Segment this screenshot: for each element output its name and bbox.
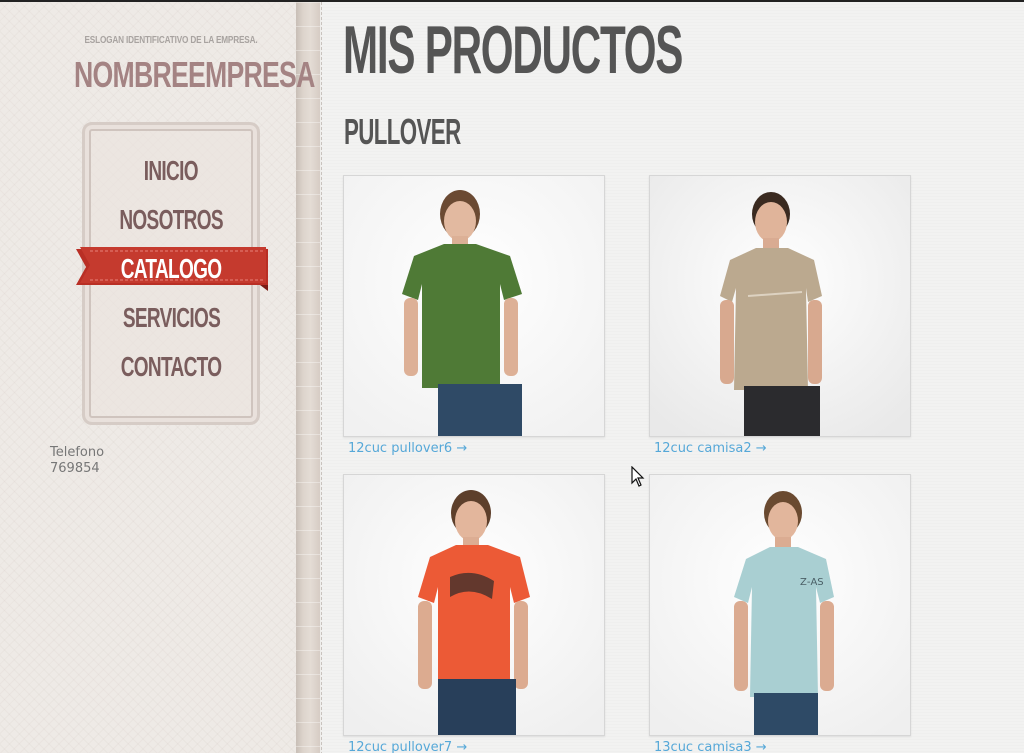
product-image-camisa3[interactable]: Z‑AS <box>649 474 911 736</box>
product-photo: Z‑AS <box>650 475 910 735</box>
company-slogan: ESLOGAN IDENTIFICATIVO DE LA EMPRESA. <box>84 35 258 46</box>
company-name[interactable]: NOMBREEMPRESA <box>74 53 315 97</box>
product-link-pullover7[interactable]: 12cuc pullover7 → <box>348 740 467 753</box>
nav-item-catalogo[interactable]: CATALOGO <box>82 249 260 289</box>
section-title: PULLOVER <box>344 111 461 152</box>
nav-item-nosotros[interactable]: NOSOTROS <box>82 200 260 240</box>
svg-text:Z‑AS: Z‑AS <box>800 577 824 588</box>
mouse-cursor-icon <box>631 466 645 487</box>
nav-item-contacto[interactable]: CONTACTO <box>82 347 260 387</box>
product-link-camisa3[interactable]: 13cuc camisa3 → <box>654 740 767 753</box>
sidebar-ruler-edge <box>296 2 320 753</box>
product-image-pullover6[interactable] <box>343 175 605 437</box>
product-link-camisa2[interactable]: 12cuc camisa2 → <box>654 441 767 456</box>
phone-number: 769854 <box>50 461 100 476</box>
product-image-pullover7[interactable] <box>343 474 605 736</box>
phone-info: Telefono 769854 <box>50 445 104 477</box>
nav-item-servicios[interactable]: SERVICIOS <box>82 298 260 338</box>
product-photo <box>344 475 604 735</box>
nav-item-inicio[interactable]: INICIO <box>82 151 260 191</box>
product-image-camisa2[interactable] <box>649 175 911 437</box>
product-photo <box>650 176 910 436</box>
product-photo <box>344 176 604 436</box>
phone-label: Telefono <box>50 445 105 460</box>
product-link-pullover6[interactable]: 12cuc pullover6 → <box>348 441 467 456</box>
page-title: MIS PRODUCTOS <box>343 12 683 88</box>
